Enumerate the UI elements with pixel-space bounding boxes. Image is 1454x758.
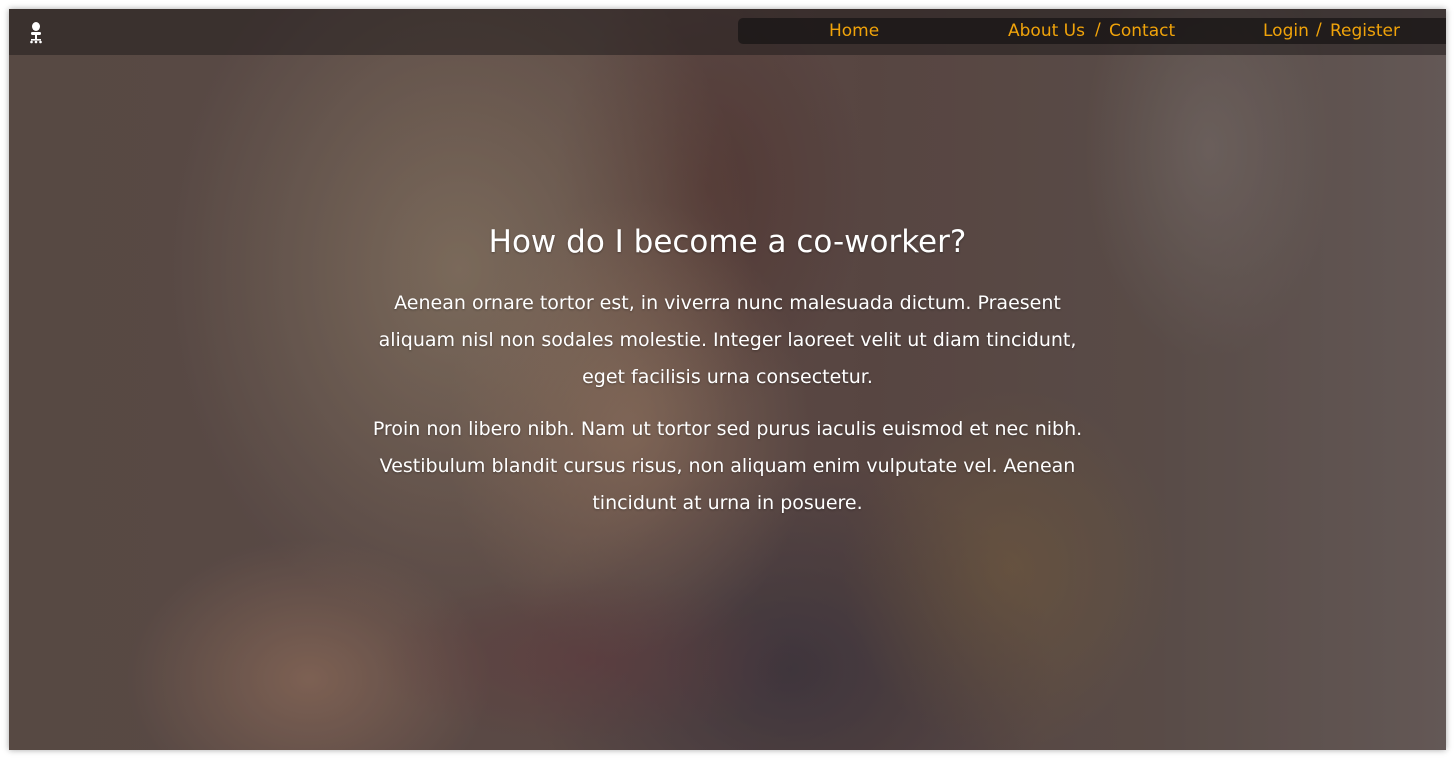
nav-separator: / — [1095, 20, 1101, 40]
nav-home-link[interactable]: Home — [829, 21, 879, 41]
hero-paragraph-1: Aenean ornare tortor est, in viverra nun… — [378, 292, 1077, 388]
hero-paragraph-2: Proin non libero nibh. Nam ut tortor sed… — [372, 418, 1083, 514]
main-nav: Home About Us / Contact Login / Register — [738, 18, 1446, 44]
nav-about-link[interactable]: About Us — [1008, 21, 1085, 41]
nav-separator: / — [1316, 20, 1322, 40]
nav-login-link[interactable]: Login — [1263, 21, 1309, 41]
office-chair-icon[interactable] — [28, 22, 44, 44]
page-frame: Home About Us / Contact Login / Register… — [9, 9, 1446, 750]
nav-register-link[interactable]: Register — [1330, 21, 1400, 41]
nav-contact-link[interactable]: Contact — [1109, 21, 1175, 41]
hero-title: How do I become a co-worker? — [488, 224, 967, 260]
top-navigation-bar: Home About Us / Contact Login / Register — [9, 9, 1446, 55]
